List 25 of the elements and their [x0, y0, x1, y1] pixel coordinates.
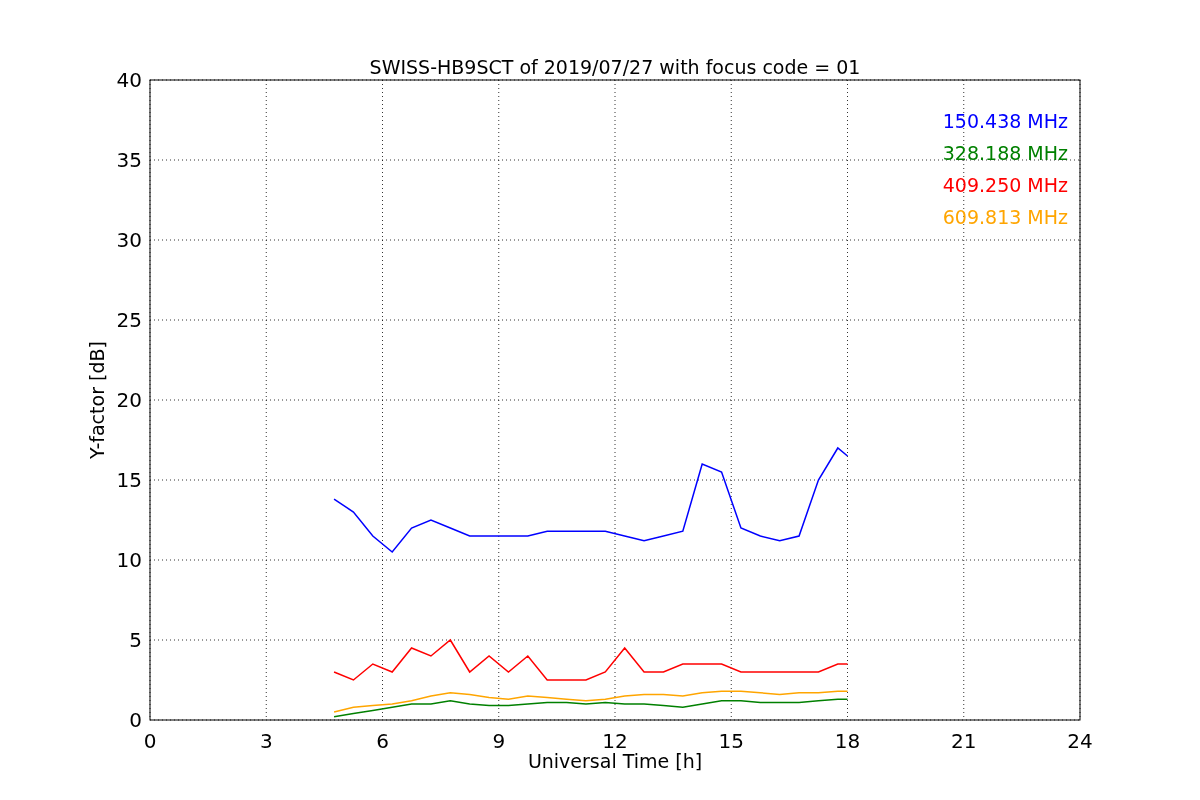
tick-label: 15 — [116, 468, 142, 492]
axis-label: Universal Time [h] — [527, 750, 703, 772]
tick-label: 15 — [718, 729, 744, 753]
tick-label: 6 — [376, 729, 389, 753]
tick-label: 3 — [259, 729, 273, 753]
tick-label: 20 — [116, 388, 142, 412]
axis-label: Y-factor [dB] — [86, 341, 108, 459]
tick-label: 10 — [116, 548, 142, 572]
legend-label: 609.813 MHz — [942, 206, 1068, 228]
chart-title: SWISS-HB9SCT of 2019/07/27 with focus code = 01 — [369, 56, 861, 78]
legend-label: 150.438 MHz — [942, 110, 1068, 132]
tick-label: 18 — [834, 729, 861, 753]
tick-label: 5 — [129, 628, 142, 652]
tick-label: 30 — [116, 228, 142, 252]
tick-label: 24 — [1067, 729, 1093, 753]
legend-label: 328.188 MHz — [942, 142, 1068, 164]
tick-label: 21 — [951, 729, 977, 753]
tick-label: 0 — [143, 729, 157, 753]
tick-label: 9 — [492, 729, 506, 753]
tick-label: 0 — [129, 708, 142, 732]
tick-label: 25 — [116, 308, 142, 332]
tick-label: 35 — [116, 148, 142, 172]
tick-label: 12 — [602, 729, 628, 753]
tick-label: 40 — [116, 68, 142, 92]
legend-label: 409.250 MHz — [942, 174, 1068, 196]
